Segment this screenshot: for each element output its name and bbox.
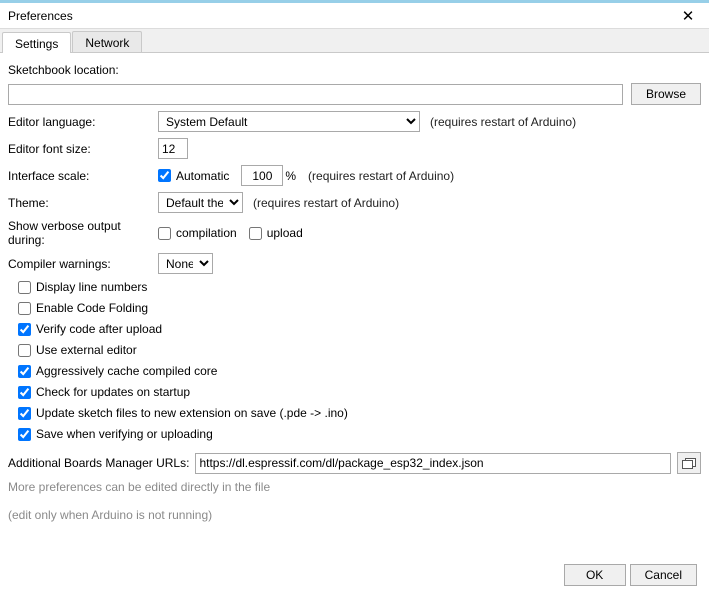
fontsize-label: Editor font size: [8, 142, 158, 156]
warnings-label: Compiler warnings: [8, 257, 158, 271]
sketchbook-label: Sketchbook location: [8, 63, 158, 77]
ok-button[interactable]: OK [564, 564, 626, 586]
verbose-upload-box[interactable] [249, 227, 262, 240]
window-title: Preferences [8, 9, 73, 23]
window-stack-icon [682, 458, 696, 469]
close-icon[interactable]: ✕ [671, 7, 705, 25]
sketchbook-input[interactable] [8, 84, 623, 105]
verbose-label: Show verbose output during: [8, 219, 158, 247]
warnings-select[interactable]: None [158, 253, 213, 274]
edit-only-hint: (edit only when Arduino is not running) [8, 508, 701, 522]
percent-label: % [285, 169, 296, 183]
tab-settings[interactable]: Settings [2, 32, 71, 53]
boards-url-input[interactable] [195, 453, 671, 474]
verbose-compile-label: compilation [176, 226, 237, 240]
verbose-compile-box[interactable] [158, 227, 171, 240]
theme-label: Theme: [8, 196, 158, 210]
title-bar: Preferences ✕ [0, 3, 709, 29]
opt-update-ext[interactable]: Update sketch files to new extension on … [18, 406, 701, 420]
verbose-compile-checkbox[interactable]: compilation [158, 226, 237, 240]
dialog-footer: OK Cancel [8, 554, 701, 592]
language-label: Editor language: [8, 115, 158, 129]
opt-line-numbers[interactable]: Display line numbers [18, 280, 701, 294]
expand-urls-button[interactable] [677, 452, 701, 474]
opt-external-editor[interactable]: Use external editor [18, 343, 701, 357]
opt-check-updates[interactable]: Check for updates on startup [18, 385, 701, 399]
tab-network[interactable]: Network [72, 31, 142, 52]
boards-url-label: Additional Boards Manager URLs: [8, 456, 189, 470]
language-restart-hint: (requires restart of Arduino) [430, 115, 576, 129]
opt-code-folding[interactable]: Enable Code Folding [18, 301, 701, 315]
opt-verify-upload[interactable]: Verify code after upload [18, 322, 701, 336]
browse-button[interactable]: Browse [631, 83, 701, 105]
scale-label: Interface scale: [8, 169, 158, 183]
scale-auto-label: Automatic [176, 169, 229, 183]
scale-auto-box[interactable] [158, 169, 171, 182]
scale-auto-checkbox[interactable]: Automatic [158, 169, 229, 183]
cancel-button[interactable]: Cancel [630, 564, 697, 586]
opt-save-verify[interactable]: Save when verifying or uploading [18, 427, 701, 441]
more-prefs-hint: More preferences can be edited directly … [8, 480, 701, 494]
verbose-upload-checkbox[interactable]: upload [249, 226, 303, 240]
language-select[interactable]: System Default [158, 111, 420, 132]
tab-bar: Settings Network [0, 29, 709, 53]
verbose-upload-label: upload [267, 226, 303, 240]
scale-restart-hint: (requires restart of Arduino) [308, 169, 454, 183]
theme-select[interactable]: Default theme [158, 192, 243, 213]
fontsize-input[interactable] [158, 138, 188, 159]
opt-cache-core[interactable]: Aggressively cache compiled core [18, 364, 701, 378]
scale-value-input[interactable] [241, 165, 283, 186]
theme-restart-hint: (requires restart of Arduino) [253, 196, 399, 210]
